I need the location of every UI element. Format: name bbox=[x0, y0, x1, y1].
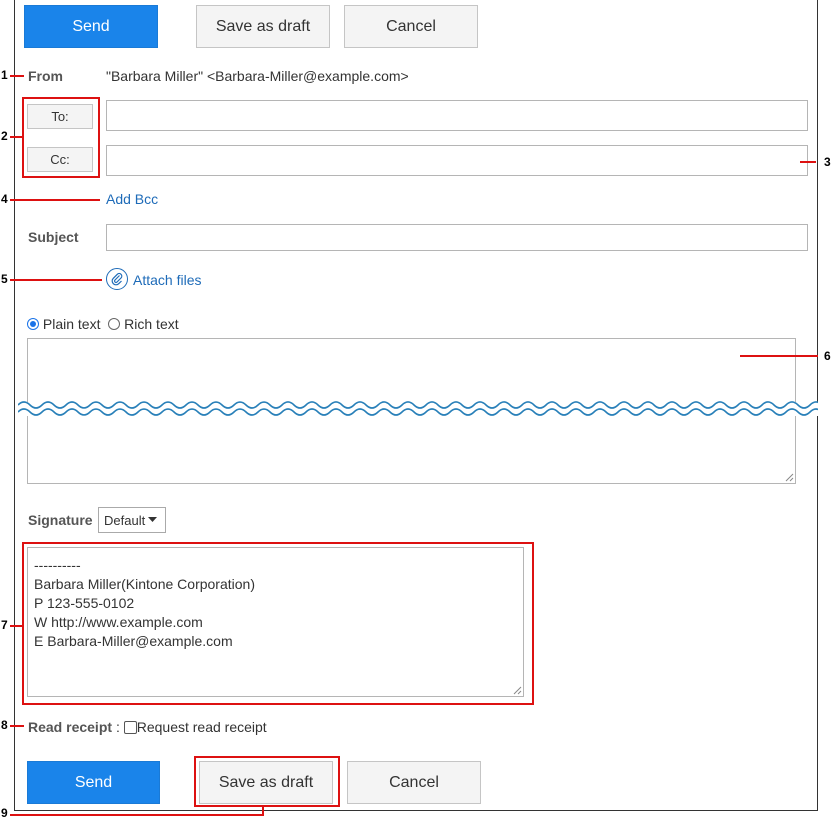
plain-text-label: Plain text bbox=[42, 316, 101, 332]
attach-files-link[interactable]: Attach files bbox=[133, 272, 201, 288]
cancel-button-top[interactable]: Cancel bbox=[344, 5, 478, 48]
plain-text-radio[interactable] bbox=[27, 318, 39, 330]
callout-6: 6 bbox=[824, 349, 831, 363]
resize-handle-icon[interactable] bbox=[785, 473, 794, 482]
callout-8: 8 bbox=[1, 718, 8, 732]
rich-text-label: Rich text bbox=[124, 316, 179, 332]
callout-line bbox=[10, 814, 264, 816]
callout-7: 7 bbox=[1, 618, 8, 632]
subject-input[interactable] bbox=[106, 224, 808, 251]
callout-box-2 bbox=[22, 97, 100, 178]
read-receipt-label: Read receipt bbox=[28, 719, 113, 735]
format-options: Plain text Rich text bbox=[27, 316, 179, 332]
read-receipt-option[interactable]: Request read receipt bbox=[137, 719, 267, 735]
callout-line bbox=[10, 625, 22, 627]
signature-label: Signature bbox=[28, 512, 93, 528]
read-receipt-checkbox[interactable] bbox=[123, 721, 137, 734]
signature-select[interactable]: Default bbox=[98, 507, 166, 533]
callout-line bbox=[740, 355, 818, 357]
send-button-bottom[interactable]: Send bbox=[27, 761, 160, 804]
rich-text-option[interactable]: Rich text bbox=[108, 316, 179, 332]
callout-line bbox=[10, 725, 24, 727]
callout-1: 1 bbox=[1, 68, 8, 82]
cancel-button-bottom[interactable]: Cancel bbox=[347, 761, 481, 804]
to-input[interactable] bbox=[106, 100, 808, 131]
rich-text-radio[interactable] bbox=[108, 318, 121, 330]
callout-line bbox=[10, 75, 24, 77]
cc-input[interactable] bbox=[106, 145, 808, 176]
subject-label: Subject bbox=[28, 229, 79, 245]
callout-box-9 bbox=[194, 756, 340, 807]
callout-line bbox=[800, 161, 816, 163]
callout-line bbox=[10, 279, 102, 281]
callout-line bbox=[10, 199, 100, 201]
read-receipt-row: Read receipt : Request read receipt bbox=[28, 719, 267, 735]
plain-text-option[interactable]: Plain text bbox=[27, 316, 100, 332]
send-button-top[interactable]: Send bbox=[24, 5, 158, 48]
callout-2: 2 bbox=[1, 129, 8, 143]
callout-line bbox=[10, 136, 22, 138]
read-receipt-sep: : bbox=[115, 719, 120, 735]
caret-down-icon bbox=[148, 517, 158, 522]
save-draft-button-top[interactable]: Save as draft bbox=[196, 5, 330, 48]
add-bcc-link[interactable]: Add Bcc bbox=[106, 191, 158, 207]
callout-3: 3 bbox=[824, 155, 831, 169]
callout-5: 5 bbox=[1, 272, 8, 286]
callout-9: 9 bbox=[1, 806, 8, 820]
from-value: "Barbara Miller" <Barbara-Miller@example… bbox=[106, 68, 409, 84]
paperclip-icon[interactable] bbox=[106, 268, 128, 290]
callout-4: 4 bbox=[1, 192, 8, 206]
wave-break-icon bbox=[18, 401, 818, 416]
from-label: From bbox=[28, 68, 63, 84]
signature-select-value: Default bbox=[104, 512, 146, 528]
callout-box-7 bbox=[22, 542, 534, 705]
